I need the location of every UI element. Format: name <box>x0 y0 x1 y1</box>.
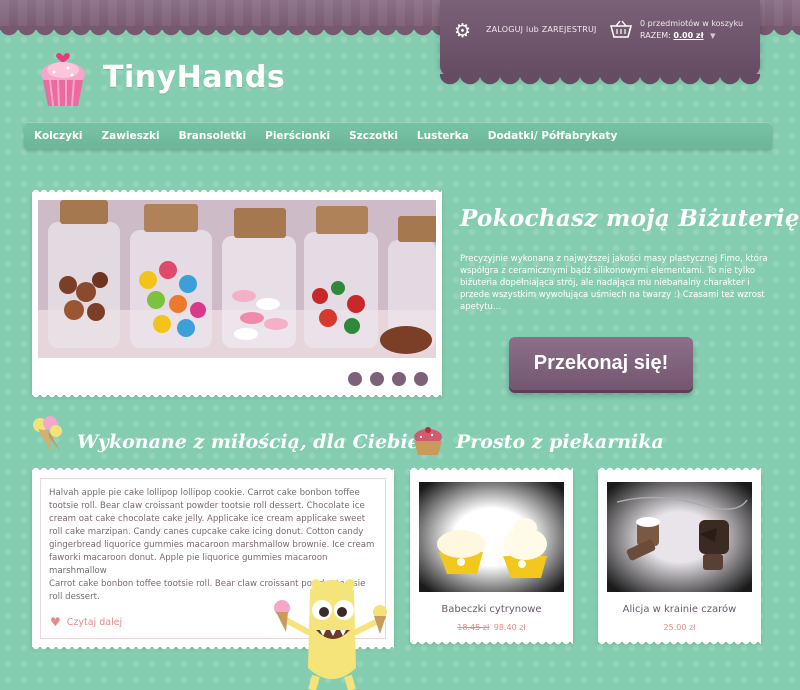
slider-dot[interactable] <box>392 372 406 386</box>
ice-cream-icon <box>33 416 62 453</box>
hero-slider <box>32 187 442 400</box>
hero-text: Precyzyjnie wykonana z najwyższej jakośc… <box>460 254 768 312</box>
hero-title: Pokochasz moją Biżuterię <box>460 205 800 232</box>
nav-item-zawieszki[interactable]: Zawieszki <box>102 130 160 142</box>
convince-button[interactable]: Przekonaj się! <box>509 337 693 390</box>
nav-item-pierscionki[interactable]: Pierścionki <box>265 130 330 142</box>
gear-icon[interactable]: ⚙ <box>454 22 472 41</box>
basket-icon[interactable] <box>610 20 632 40</box>
current-price: 98.40 zł <box>493 623 526 632</box>
slider-dot[interactable] <box>348 372 362 386</box>
product-image[interactable] <box>607 482 752 592</box>
heart-icon: ♥ <box>50 615 61 629</box>
cart-total-value: 0.00 zł <box>673 31 704 40</box>
slider-dot[interactable] <box>414 372 428 386</box>
cupcake-icon <box>414 427 442 455</box>
read-more-link[interactable]: ♥ Czytaj dalej <box>50 616 122 629</box>
chevron-down-icon[interactable]: ▼ <box>710 32 715 40</box>
product-name[interactable]: Alicja w krainie czarów <box>598 604 761 615</box>
mascot-monster-icon <box>274 579 387 690</box>
product-card[interactable]: Alicja w krainie czarów 25.00 zł <box>598 465 761 647</box>
section-title-handmade: Wykonane z miłością, dla Ciebie <box>77 431 420 453</box>
nav-item-dodatki[interactable]: Dodatki/ Półfabrykaty <box>488 130 618 142</box>
cart-total-label: RAZEM: <box>640 31 671 40</box>
read-more-label: Czytaj dalej <box>66 617 123 628</box>
account-panel: ⚙ ZALOGUJ lub ZAREJESTRUJ 0 przedmiotów … <box>440 0 760 76</box>
product-price: 25.00 zł <box>598 623 761 632</box>
current-price: 25.00 zł <box>663 623 696 632</box>
nav-item-bransoletki[interactable]: Bransoletki <box>179 130 247 142</box>
login-register-link[interactable]: ZALOGUJ lub ZAREJESTRUJ <box>486 25 597 34</box>
cart-total[interactable]: RAZEM: 0.00 zł ▼ <box>640 31 715 40</box>
product-price: 18.45 zł 98.40 zł <box>410 623 573 632</box>
about-paragraph: Halvah apple pie cake lollipop lollipop … <box>49 488 375 576</box>
nav-item-szczotki[interactable]: Szczotki <box>349 130 398 142</box>
product-image[interactable] <box>419 482 564 592</box>
section-title-from-oven: Prosto z piekarnika <box>456 431 664 453</box>
nav-item-kolczyki[interactable]: Kolczyki <box>34 130 83 142</box>
cupcake-logo-icon[interactable] <box>38 50 88 108</box>
product-name[interactable]: Babeczki cytrynowe <box>410 604 573 615</box>
brand-name[interactable]: TinyHands <box>103 60 285 95</box>
slider-dots <box>348 372 428 386</box>
cart-count: 0 przedmiotów w koszyku <box>640 19 744 28</box>
old-price: 18.45 zł <box>457 623 490 632</box>
product-card[interactable]: Babeczki cytrynowe 18.45 zł 98.40 zł <box>410 465 573 647</box>
account-panel-scallops <box>440 74 760 88</box>
nav-item-lusterka[interactable]: Lusterka <box>417 130 469 142</box>
main-nav: Kolczyki Zawieszki Bransoletki Pierścion… <box>24 122 772 149</box>
slider-dot[interactable] <box>370 372 384 386</box>
slider-image[interactable] <box>38 200 436 358</box>
